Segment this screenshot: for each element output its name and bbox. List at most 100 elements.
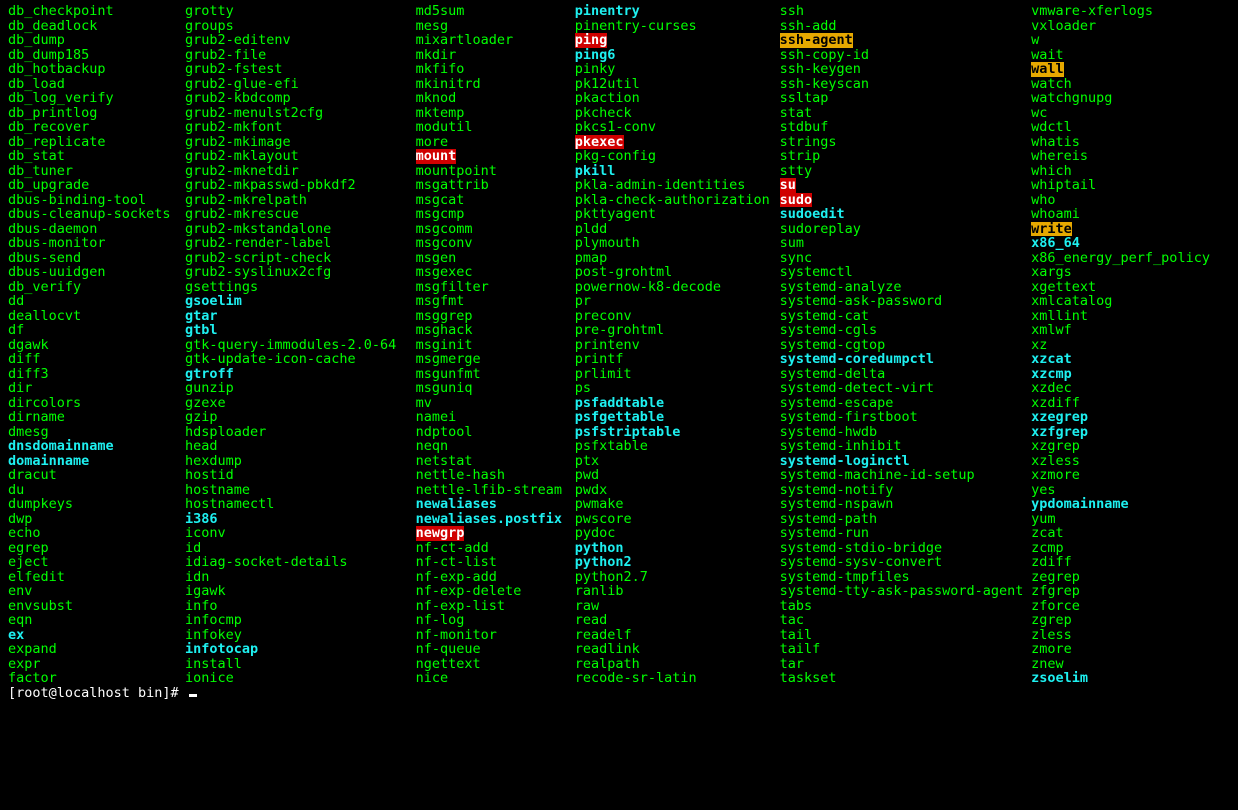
file-entry: pwdx: [575, 483, 780, 498]
file-entry: grub2-mkfont: [185, 120, 416, 135]
file-entry: pydoc: [575, 526, 780, 541]
file-entry: zsoelim: [1031, 671, 1230, 686]
file-entry: igawk: [185, 584, 416, 599]
file-entry: nf-exp-add: [416, 570, 575, 585]
file-entry: strings: [780, 135, 1032, 150]
file-entry: msgen: [416, 251, 575, 266]
file-entry: dbus-cleanup-sockets: [8, 207, 185, 222]
file-entry: expand: [8, 642, 185, 657]
shell-prompt-line[interactable]: [root@localhost bin]#: [8, 686, 1230, 701]
file-entry: dbus-monitor: [8, 236, 185, 251]
file-entry: dnsdomainname: [8, 439, 185, 454]
file-entry: db_recover: [8, 120, 185, 135]
file-entry: systemd-analyze: [780, 280, 1032, 295]
file-entry: grub2-mkrelpath: [185, 193, 416, 208]
file-entry: pwmake: [575, 497, 780, 512]
file-entry: grub2-menulst2cfg: [185, 106, 416, 121]
file-entry: wc: [1031, 106, 1230, 121]
file-entry: newaliases: [416, 497, 575, 512]
ls-column-2: grottygroupsgrub2-editenvgrub2-filegrub2…: [185, 4, 416, 686]
file-entry: xzfgrep: [1031, 425, 1230, 440]
file-entry: sudo: [780, 193, 813, 208]
file-entry: recode-sr-latin: [575, 671, 780, 686]
file-entry: dgawk: [8, 338, 185, 353]
file-entry: msgcomm: [416, 222, 575, 237]
file-entry: egrep: [8, 541, 185, 556]
file-entry: zcmp: [1031, 541, 1230, 556]
file-entry: systemd-stdio-bridge: [780, 541, 1032, 556]
file-entry: infocmp: [185, 613, 416, 628]
file-entry: mv: [416, 396, 575, 411]
file-entry: systemctl: [780, 265, 1032, 280]
file-entry: gzip: [185, 410, 416, 425]
file-entry: xmllint: [1031, 309, 1230, 324]
file-entry: raw: [575, 599, 780, 614]
file-entry: vxloader: [1031, 19, 1230, 34]
file-entry: gtk-update-icon-cache: [185, 352, 416, 367]
file-entry: taskset: [780, 671, 1032, 686]
file-entry: pr: [575, 294, 780, 309]
file-entry: write: [1031, 222, 1072, 237]
file-entry: hexdump: [185, 454, 416, 469]
file-entry: modutil: [416, 120, 575, 135]
file-entry: systemd-cgls: [780, 323, 1032, 338]
file-entry: msghack: [416, 323, 575, 338]
file-entry: msgattrib: [416, 178, 575, 193]
file-entry: hostnamectl: [185, 497, 416, 512]
file-entry: pkill: [575, 164, 780, 179]
file-entry: dircolors: [8, 396, 185, 411]
ls-column-6: vmware-xferlogsvxloaderwwaitwallwatchwat…: [1031, 4, 1230, 686]
file-entry: systemd-ask-password: [780, 294, 1032, 309]
file-entry: systemd-run: [780, 526, 1032, 541]
file-entry: nf-monitor: [416, 628, 575, 643]
file-entry: db_printlog: [8, 106, 185, 121]
file-entry: mkfifo: [416, 62, 575, 77]
file-entry: nf-exp-list: [416, 599, 575, 614]
file-entry: ptx: [575, 454, 780, 469]
file-entry: gunzip: [185, 381, 416, 396]
file-entry: db_log_verify: [8, 91, 185, 106]
file-entry: ngettext: [416, 657, 575, 672]
file-entry: systemd-firstboot: [780, 410, 1032, 425]
file-entry: newaliases.postfix: [416, 512, 575, 527]
file-entry: expr: [8, 657, 185, 672]
file-entry: python2: [575, 555, 780, 570]
file-entry: pkcheck: [575, 106, 780, 121]
file-entry: mkinitrd: [416, 77, 575, 92]
file-entry: nf-exp-delete: [416, 584, 575, 599]
file-entry: idn: [185, 570, 416, 585]
file-entry: systemd-coredumpctl: [780, 352, 1032, 367]
file-entry: xgettext: [1031, 280, 1230, 295]
file-entry: infokey: [185, 628, 416, 643]
file-entry: systemd-delta: [780, 367, 1032, 382]
file-entry: readelf: [575, 628, 780, 643]
file-entry: systemd-detect-virt: [780, 381, 1032, 396]
file-entry: grub2-syslinux2cfg: [185, 265, 416, 280]
file-entry: xzless: [1031, 454, 1230, 469]
file-entry: msggrep: [416, 309, 575, 324]
file-entry: pwd: [575, 468, 780, 483]
file-entry: db_hotbackup: [8, 62, 185, 77]
file-entry: msgexec: [416, 265, 575, 280]
file-entry: netstat: [416, 454, 575, 469]
file-entry: pkcs1-conv: [575, 120, 780, 135]
file-entry: msguniq: [416, 381, 575, 396]
file-entry: mkdir: [416, 48, 575, 63]
file-entry: diff: [8, 352, 185, 367]
file-entry: grub2-mklayout: [185, 149, 416, 164]
file-entry: newgrp: [416, 526, 465, 541]
file-entry: hostid: [185, 468, 416, 483]
file-entry: dracut: [8, 468, 185, 483]
file-entry: readlink: [575, 642, 780, 657]
file-entry: stat: [780, 106, 1032, 121]
file-entry: db_load: [8, 77, 185, 92]
file-entry: ndptool: [416, 425, 575, 440]
file-entry: zfgrep: [1031, 584, 1230, 599]
file-entry: dd: [8, 294, 185, 309]
file-entry: infotocap: [185, 642, 416, 657]
file-entry: gzexe: [185, 396, 416, 411]
file-entry: ping6: [575, 48, 780, 63]
file-entry: info: [185, 599, 416, 614]
file-entry: wall: [1031, 62, 1064, 77]
file-entry: watch: [1031, 77, 1230, 92]
